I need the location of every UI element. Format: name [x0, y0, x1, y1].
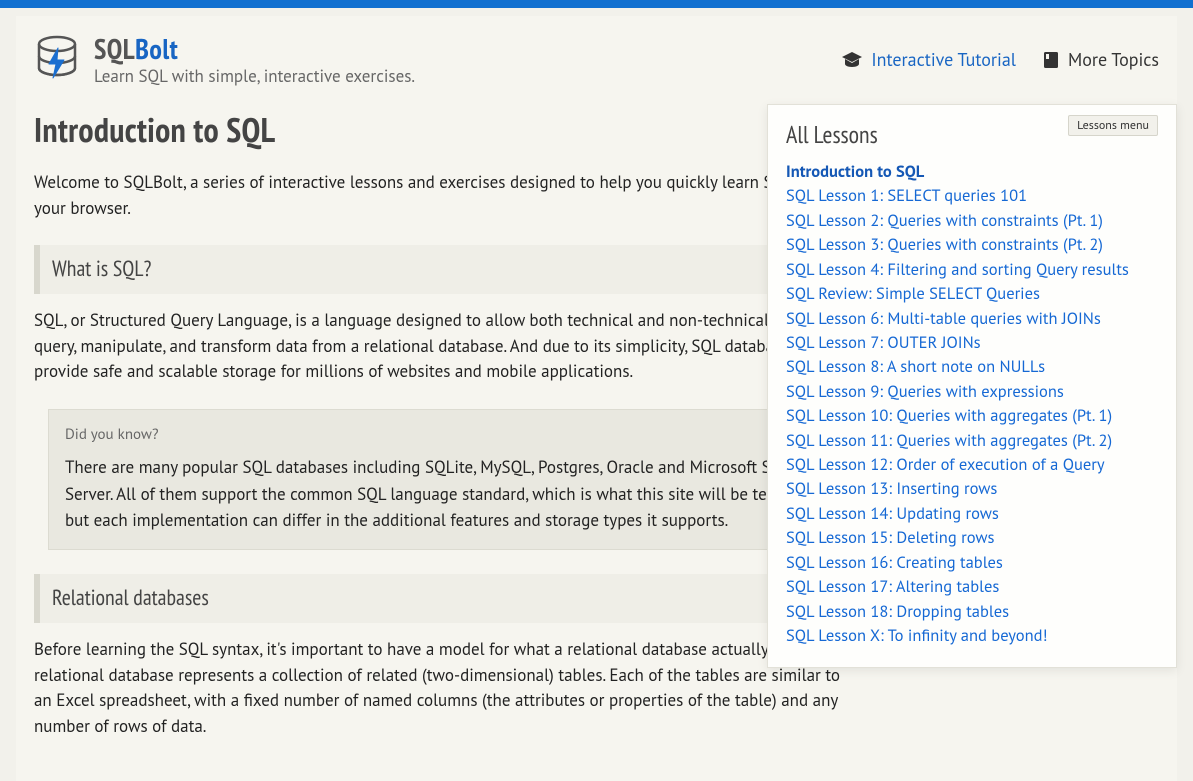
- page-container: SQLBolt Learn SQL with simple, interacti…: [16, 16, 1177, 781]
- lesson-link[interactable]: SQL Lesson 1: SELECT queries 101: [786, 184, 1158, 207]
- lesson-link[interactable]: SQL Review: Simple SELECT Queries: [786, 282, 1158, 305]
- site-title-prefix: SQL: [94, 30, 135, 67]
- lesson-link[interactable]: SQL Lesson 16: Creating tables: [786, 551, 1158, 574]
- lesson-link[interactable]: SQL Lesson 18: Dropping tables: [786, 600, 1158, 623]
- section-what-is-sql-header: What is SQL?: [34, 245, 854, 294]
- did-you-know-body: There are many popular SQL databases inc…: [65, 454, 821, 533]
- lessons-menu-title: All Lessons: [786, 119, 878, 150]
- lesson-link[interactable]: SQL Lesson 8: A short note on NULLs: [786, 355, 1158, 378]
- lesson-link[interactable]: SQL Lesson 9: Queries with expressions: [786, 380, 1158, 403]
- logo-text: SQLBolt Learn SQL with simple, interacti…: [94, 34, 415, 87]
- intro-paragraph: Welcome to SQLBolt, a series of interact…: [34, 170, 854, 221]
- book-icon: [1042, 51, 1060, 69]
- lesson-link[interactable]: SQL Lesson 3: Queries with constraints (…: [786, 233, 1158, 256]
- lesson-link[interactable]: SQL Lesson 6: Multi-table queries with J…: [786, 307, 1158, 330]
- site-title: SQLBolt: [94, 34, 415, 63]
- site-title-suffix: Bolt: [135, 30, 178, 67]
- nav-tutorial-label: Interactive Tutorial: [871, 48, 1016, 71]
- nav-interactive-tutorial[interactable]: Interactive Tutorial: [841, 48, 1016, 71]
- lesson-link[interactable]: SQL Lesson 17: Altering tables: [786, 575, 1158, 598]
- site-tagline: Learn SQL with simple, interactive exerc…: [94, 65, 415, 87]
- lesson-link[interactable]: SQL Lesson 13: Inserting rows: [786, 477, 1158, 500]
- lessons-list: Introduction to SQLSQL Lesson 1: SELECT …: [786, 160, 1158, 647]
- lesson-link[interactable]: SQL Lesson X: To infinity and beyond!: [786, 624, 1158, 647]
- did-you-know-title: Did you know?: [65, 424, 821, 447]
- lesson-link[interactable]: SQL Lesson 15: Deleting rows: [786, 526, 1158, 549]
- top-accent-bar: [0, 0, 1193, 8]
- did-you-know-box: Did you know? There are many popular SQL…: [48, 409, 838, 551]
- lesson-link[interactable]: SQL Lesson 10: Queries with aggregates (…: [786, 404, 1158, 427]
- lessons-menu-header: All Lessons Lessons menu: [786, 119, 1158, 150]
- database-bolt-icon: [34, 34, 80, 86]
- lesson-link[interactable]: Introduction to SQL: [786, 160, 1158, 183]
- graduation-cap-icon: [841, 51, 863, 69]
- section-relational-db-header: Relational databases: [34, 574, 854, 623]
- section-relational-db-body: Before learning the SQL syntax, it's imp…: [34, 637, 854, 739]
- lesson-link[interactable]: SQL Lesson 7: OUTER JOINs: [786, 331, 1158, 354]
- lessons-menu-panel: All Lessons Lessons menu Introduction to…: [767, 104, 1177, 668]
- logo-area[interactable]: SQLBolt Learn SQL with simple, interacti…: [34, 34, 415, 87]
- header: SQLBolt Learn SQL with simple, interacti…: [16, 16, 1177, 95]
- lesson-link[interactable]: SQL Lesson 11: Queries with aggregates (…: [786, 429, 1158, 452]
- nav-links: Interactive Tutorial More Topics: [841, 48, 1159, 71]
- lesson-link[interactable]: SQL Lesson 2: Queries with constraints (…: [786, 209, 1158, 232]
- section-what-is-sql-body: SQL, or Structured Query Language, is a …: [34, 308, 854, 385]
- lesson-link[interactable]: SQL Lesson 12: Order of execution of a Q…: [786, 453, 1158, 476]
- lesson-link[interactable]: SQL Lesson 4: Filtering and sorting Quer…: [786, 258, 1158, 281]
- lessons-menu-badge: Lessons menu: [1068, 115, 1158, 136]
- lesson-link[interactable]: SQL Lesson 14: Updating rows: [786, 502, 1158, 525]
- nav-more-topics[interactable]: More Topics: [1042, 48, 1159, 71]
- nav-more-topics-label: More Topics: [1068, 48, 1159, 71]
